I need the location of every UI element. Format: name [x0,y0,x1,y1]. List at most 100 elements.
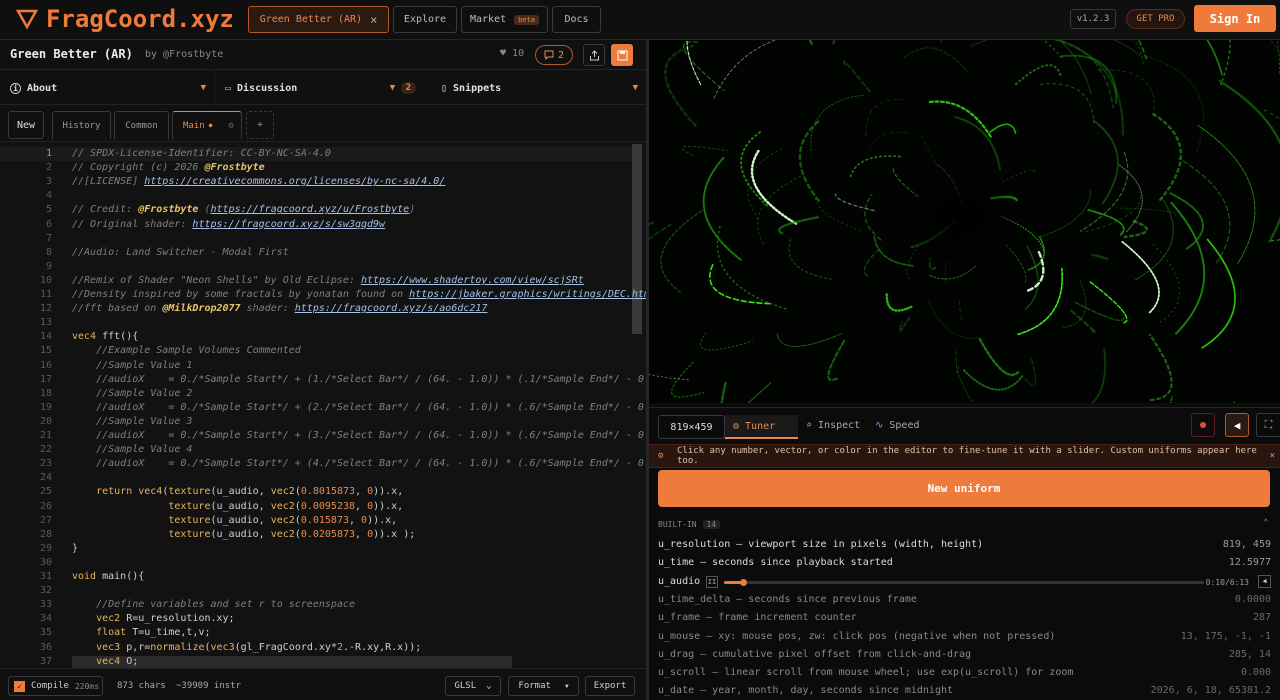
code-line[interactable]: vec2 R=u_resolution.xy; [72,613,234,624]
code-line[interactable]: // Original shader: https://fragcoord.xy… [72,219,385,230]
checkbox-checked-icon[interactable]: ✓ [14,680,25,692]
save-icon [617,50,627,60]
code-line[interactable]: vec4 O; [72,656,138,667]
light-streak [927,300,979,339]
uniform-name: u_mouse [658,630,701,642]
shader-author[interactable]: by @Frostbyte [145,49,223,60]
play-pause-icon[interactable]: II [706,575,718,588]
logo[interactable]: FragCoord.xyz [16,5,234,33]
shader-canvas[interactable] [649,40,1280,403]
code-line[interactable]: //Sample Value 4 [72,444,192,455]
light-streak [682,41,725,91]
code-line[interactable]: } [72,543,78,554]
audio-progress-track[interactable] [724,580,1204,584]
uniform-row[interactable]: u_scroll — linear scroll from mouse whee… [658,667,1271,678]
export-button[interactable]: Export [585,676,635,696]
gear-icon[interactable]: ⚙ [228,121,233,131]
line-number: 35 [39,627,52,639]
light-streak [842,60,873,95]
close-icon[interactable]: × [1270,451,1275,461]
code-line[interactable]: //audioX = 0./*Sample Start*/ + (1./*Sel… [72,374,646,385]
instruction-count: ~39909 instr [176,681,242,691]
editor-scrollbar[interactable] [632,144,642,334]
code-line[interactable]: //Sample Value 2 [72,388,192,399]
uniform-row[interactable]: u_time — seconds since playback started 1… [658,557,1271,568]
tab-explore[interactable]: Explore [393,6,457,33]
light-streak [649,369,746,403]
search-icon: ⌕ [806,420,813,431]
builtin-header[interactable]: BUILT-IN 14 [658,520,721,529]
comments-button[interactable]: 2 [535,45,573,65]
volume-button[interactable]: ◀ [1225,413,1249,437]
fullscreen-button[interactable]: ⛶ [1256,413,1280,437]
code-line[interactable]: //Sample Value 1 [72,360,192,371]
code-line[interactable]: //Audio: Land Switcher - Modal First [72,247,289,258]
close-icon[interactable]: × [370,13,377,27]
volume-icon[interactable]: ◀ [1258,574,1271,588]
language-select[interactable]: GLSL ⌄ [445,676,501,696]
uniform-row[interactable]: u_frame — frame increment counter 287 [658,612,1271,623]
code-line[interactable]: //audioX = 0./*Sample Start*/ + (4./*Sel… [72,458,646,469]
tab-current-shader[interactable]: Green Better (AR) × [248,6,389,33]
code-line[interactable]: return vec4(texture(u_audio, vec2(0.8015… [72,486,403,497]
code-line[interactable]: vec3 p,r=normalize(vec3(gl_FragCoord.xy*… [72,642,421,653]
chevron-up-icon[interactable]: ⌃ [1263,518,1268,528]
caret-down-icon: ▼ [564,682,569,690]
tab-tuner[interactable]: ⚙ Tuner [725,415,798,439]
beta-badge: beta [514,14,539,25]
code-line[interactable]: //audioX = 0./*Sample Start*/ + (3./*Sel… [72,430,646,441]
tab-main[interactable]: Main ● ⚙ [172,111,242,139]
uniform-row[interactable]: u_date — year, month, day, seconds since… [658,685,1271,696]
code-line[interactable]: // Copyright (c) 2026 @Frostbyte [72,162,265,173]
code-line[interactable]: texture(u_audio, vec2(0.0095238, 0)).x, [72,501,403,512]
code-line[interactable]: // Credit: @Frostbyte (https://fragcoord… [72,204,415,215]
code-line[interactable]: vec4 fft(){ [72,331,138,342]
sign-in-button[interactable]: Sign In [1194,5,1276,32]
code-line[interactable]: // SPDX-License-Identifier: CC-BY-NC-SA-… [72,148,331,159]
get-pro-button[interactable]: GET PRO [1126,9,1185,29]
tab-inspect[interactable]: ⌕ Inspect [806,420,860,431]
compile-button[interactable]: ✓ Compile 220ms [8,676,103,696]
code-line[interactable]: texture(u_audio, vec2(0.0205873, 0)).x )… [72,529,415,540]
light-streak [1178,157,1231,264]
save-button[interactable] [611,44,633,66]
tab-market[interactable]: Market beta [461,6,548,33]
tab-speed[interactable]: ∿ Speed [875,420,920,431]
tab-docs[interactable]: Docs [552,6,601,33]
uniform-value: 0.0000 [1234,593,1271,605]
code-line[interactable]: void main(){ [72,571,144,582]
code-line[interactable]: //fft based on @MilkDrop2077 shader: htt… [72,303,487,314]
code-line[interactable]: //Density inspired by some fractals by y… [72,289,646,300]
uniform-row[interactable]: u_drag — cumulative pixel offset from cl… [658,649,1271,660]
add-tab-button[interactable]: + [246,111,274,139]
code-line[interactable]: //[LICENSE] https://creativecommons.org/… [72,176,445,187]
section-discussion[interactable]: ▭ Discussion ▼ 2 [0,71,430,105]
light-streak [903,47,968,72]
share-button[interactable] [583,44,605,66]
tab-common[interactable]: Common [114,111,169,139]
comment-icon [544,50,554,60]
code-line[interactable]: //Sample Value 3 [72,416,192,427]
code-editor[interactable]: 1 // SPDX-License-Identifier: CC-BY-NC-SA… [0,142,646,668]
uniform-row[interactable]: u_mouse — xy: mouse pos, zw: click pos (… [658,631,1271,642]
audio-progress-thumb[interactable] [740,578,747,586]
line-number: 1 [45,148,52,159]
uniform-row[interactable]: u_audio II 0:10/6:13 ◀ [658,574,1271,588]
code-line[interactable]: //Remix of Shader "Neon Shells" by Old E… [72,275,584,286]
code-line[interactable]: //audioX = 0./*Sample Start*/ + (2./*Sel… [72,402,646,413]
uniform-description: — frame increment counter [700,612,857,624]
like-button[interactable]: ♥ 10 [500,48,524,59]
new-uniform-button[interactable]: New uniform [658,470,1270,507]
code-line[interactable]: //Example Sample Volumes Commented [72,345,301,356]
code-line[interactable]: //Define variables and set r to screensp… [72,599,355,610]
uniform-row[interactable]: u_time_delta — seconds since previous fr… [658,594,1271,605]
section-snippets[interactable]: ▯ Snippets ▼ [431,71,646,105]
record-button[interactable] [1191,413,1215,437]
new-button[interactable]: New [8,111,44,139]
format-button[interactable]: Format ▼ [508,676,579,696]
uniform-row[interactable]: u_resolution — viewport size in pixels (… [658,539,1271,550]
tab-history[interactable]: History [52,111,111,139]
line-number: 4 [45,190,52,202]
code-line[interactable]: texture(u_audio, vec2(0.015873, 0)).x, [72,515,397,526]
code-line[interactable]: float T=u_time,t,v; [72,627,210,638]
